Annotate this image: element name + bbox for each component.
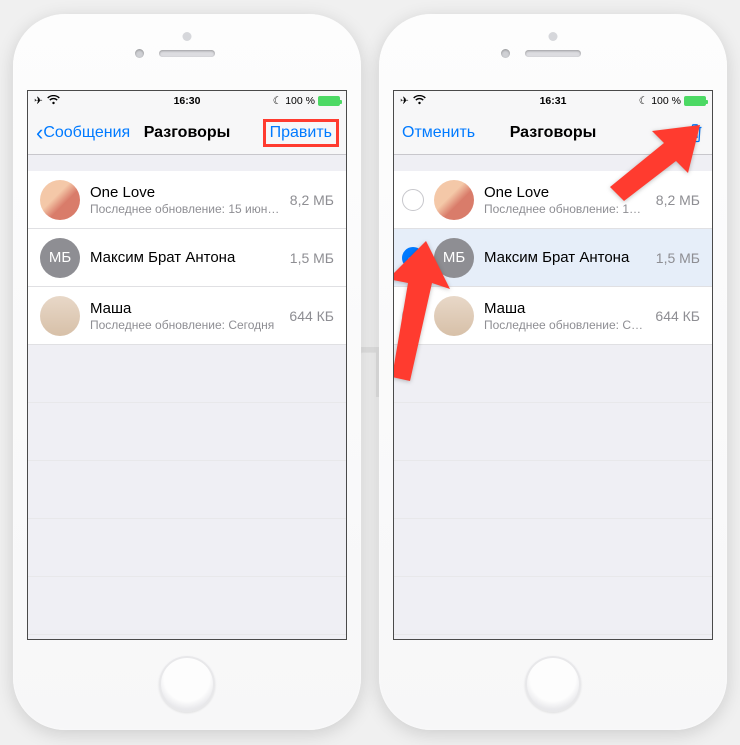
- front-camera: [135, 49, 144, 58]
- avatar: МБ: [434, 238, 474, 278]
- wifi-icon: [47, 95, 60, 108]
- earpiece-speaker: [525, 50, 581, 57]
- avatar: [40, 180, 80, 220]
- edit-button[interactable]: Править: [264, 120, 338, 146]
- row-title: One Love: [484, 184, 646, 201]
- dnd-moon-icon: ☾: [273, 95, 282, 107]
- row-subtitle: Последнее обновление: Сегодня: [90, 318, 279, 332]
- trash-icon: [686, 123, 704, 143]
- avatar: МБ: [40, 238, 80, 278]
- row-size: 644 КБ: [655, 308, 700, 324]
- status-bar: ✈︎ 16:31 ☾ 100 %: [394, 91, 712, 111]
- avatar: [434, 296, 474, 336]
- nav-back-label: Сообщения: [43, 124, 130, 142]
- airplane-mode-icon: ✈︎: [34, 95, 43, 107]
- home-button[interactable]: [159, 656, 215, 712]
- battery-percent: 100 %: [651, 95, 681, 107]
- avatar: [434, 180, 474, 220]
- cancel-button[interactable]: Отменить: [402, 124, 475, 142]
- row-subtitle: Последнее обновление: 15 июня 201..: [90, 202, 280, 216]
- status-time: 16:31: [540, 95, 567, 107]
- selection-checkbox[interactable]: [402, 189, 424, 211]
- row-size: 8,2 МБ: [656, 192, 700, 208]
- row-size: 8,2 МБ: [290, 192, 334, 208]
- row-title: One Love: [90, 184, 280, 201]
- status-time: 16:30: [174, 95, 201, 107]
- conversation-list: One Love Последнее обновление: 15 июн...…: [394, 171, 712, 345]
- conversation-row[interactable]: One Love Последнее обновление: 15 июн...…: [394, 171, 712, 229]
- screen-right: ✈︎ 16:31 ☾ 100 % Отменить Разговоры: [393, 90, 713, 640]
- chevron-left-icon: ‹: [36, 122, 43, 144]
- row-subtitle: Последнее обновление: 15 июн...: [484, 202, 646, 216]
- airplane-mode-icon: ✈︎: [400, 95, 409, 107]
- battery-percent: 100 %: [285, 95, 315, 107]
- wifi-icon: [413, 95, 426, 108]
- battery-icon: [684, 96, 706, 106]
- conversation-list: One Love Последнее обновление: 15 июня 2…: [28, 171, 346, 345]
- row-size: 1,5 МБ: [656, 250, 700, 266]
- conversation-row[interactable]: Маша Последнее обновление: Сегодня 644 К…: [28, 287, 346, 345]
- selection-checkbox[interactable]: [402, 305, 424, 327]
- nav-title: Разговоры: [144, 124, 231, 142]
- nav-bar: Отменить Разговоры: [394, 111, 712, 155]
- row-title: Маша: [90, 300, 279, 317]
- home-button[interactable]: [525, 656, 581, 712]
- earpiece-speaker: [159, 50, 215, 57]
- proximity-sensor: [183, 32, 192, 41]
- row-title: Максим Брат Антона: [484, 249, 646, 266]
- iphone-device-right: ✈︎ 16:31 ☾ 100 % Отменить Разговоры: [379, 14, 727, 730]
- empty-list-area: [394, 345, 712, 640]
- row-size: 1,5 МБ: [290, 250, 334, 266]
- nav-bar: ‹ Сообщения Разговоры Править: [28, 111, 346, 155]
- row-subtitle: Последнее обновление: Сегодня: [484, 318, 645, 332]
- avatar: [40, 296, 80, 336]
- dnd-moon-icon: ☾: [639, 95, 648, 107]
- delete-button[interactable]: [686, 123, 704, 143]
- row-title: Максим Брат Антона: [90, 249, 280, 266]
- conversation-row[interactable]: МБ Максим Брат Антона 1,5 МБ: [394, 229, 712, 287]
- battery-icon: [318, 96, 340, 106]
- row-title: Маша: [484, 300, 645, 317]
- empty-list-area: [28, 345, 346, 640]
- conversation-row[interactable]: МБ Максим Брат Антона 1,5 МБ: [28, 229, 346, 287]
- nav-title: Разговоры: [510, 124, 597, 142]
- status-bar: ✈︎ 16:30 ☾ 100 %: [28, 91, 346, 111]
- iphone-device-left: ✈︎ 16:30 ☾ 100 % ‹ Сообщения Разговоры: [13, 14, 361, 730]
- screen-left: ✈︎ 16:30 ☾ 100 % ‹ Сообщения Разговоры: [27, 90, 347, 640]
- checkmark-icon: [407, 252, 419, 264]
- front-camera: [501, 49, 510, 58]
- selection-checkbox[interactable]: [402, 247, 424, 269]
- conversation-row[interactable]: One Love Последнее обновление: 15 июня 2…: [28, 171, 346, 229]
- proximity-sensor: [549, 32, 558, 41]
- row-size: 644 КБ: [289, 308, 334, 324]
- conversation-row[interactable]: Маша Последнее обновление: Сегодня 644 К…: [394, 287, 712, 345]
